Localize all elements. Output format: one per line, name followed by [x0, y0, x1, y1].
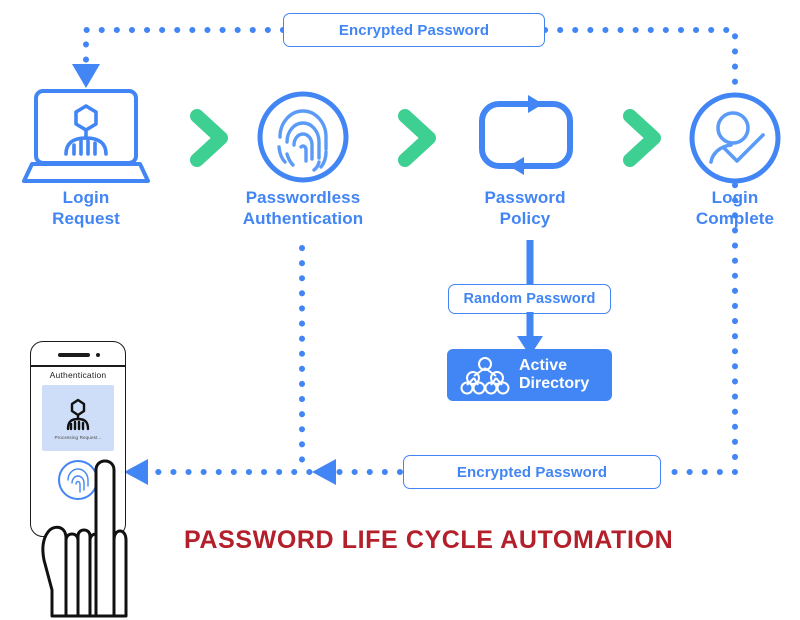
diagram-canvas: Encrypted Password Login Request Passwor…: [0, 0, 800, 620]
stage-label-login-complete: Login Complete: [695, 188, 775, 228]
user-check-icon: [689, 92, 781, 184]
phone-header-divider: [31, 365, 125, 367]
arrowhead-left-midline: [312, 459, 336, 485]
diagram-title: PASSWORD LIFE CYCLE AUTOMATION: [184, 526, 674, 554]
path-top-encrypted-to-login: [83, 27, 286, 73]
phone-camera-dot: [96, 353, 100, 357]
chevron-right-icon-2: [398, 109, 436, 167]
phone-screen-heading: Authentication: [49, 370, 107, 380]
random-password-box[interactable]: Random Password: [448, 284, 611, 314]
arrowhead-down-to-laptop: [72, 64, 100, 88]
stage-label-passwordless-authentication: Passwordless Authentication: [242, 188, 364, 228]
laptop-user-icon: [22, 89, 150, 183]
encrypted-password-label-bottom: Encrypted Password: [456, 463, 608, 481]
chevron-right-icon-3: [623, 109, 661, 167]
cycle-arrowhead-bottom: [509, 157, 524, 175]
directory-tree-icon: [460, 357, 510, 395]
hand-tap-icon: [41, 459, 128, 618]
encrypted-password-label-top: Encrypted Password: [338, 21, 490, 39]
refresh-cycle-icon: [479, 95, 573, 175]
arrow-policy-to-random-password: [526, 240, 534, 288]
stage-label-password-policy: Password Policy: [484, 188, 566, 228]
random-password-label: Random Password: [463, 291, 596, 307]
active-directory-label: Active Directory: [519, 356, 590, 392]
active-directory-box[interactable]: Active Directory: [447, 349, 612, 401]
stage-label-login-request: Login Request: [52, 188, 120, 228]
chevron-right-icon-1: [190, 109, 228, 167]
cycle-arrowhead-top: [528, 95, 543, 113]
encrypted-password-box-bottom[interactable]: Encrypted Password: [403, 455, 661, 489]
phone-speaker-bar: [58, 353, 90, 357]
user-icon: [66, 398, 90, 431]
fingerprint-icon: [257, 91, 349, 183]
encrypted-password-box-top[interactable]: Encrypted Password: [283, 13, 545, 47]
